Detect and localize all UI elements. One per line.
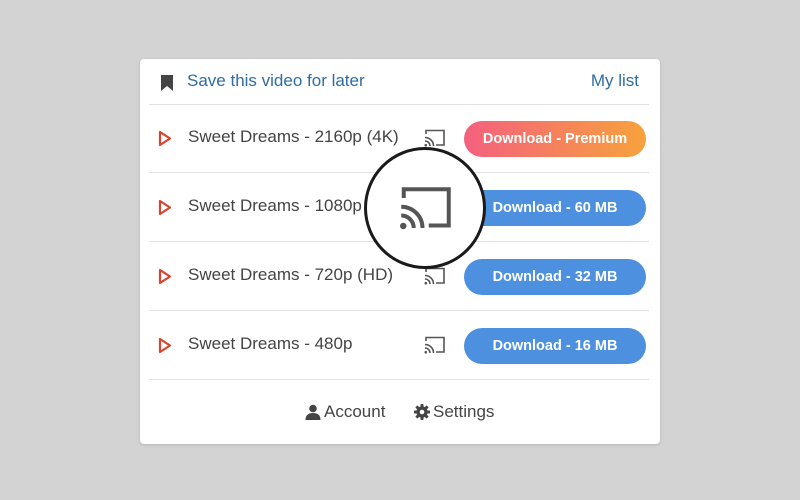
cast-icon[interactable] — [423, 266, 446, 286]
download-480p-button[interactable]: Download - 16 MB — [464, 328, 646, 364]
panel-header: Save this video for later My list — [140, 59, 660, 104]
download-premium-button[interactable]: Download - Premium — [464, 121, 646, 157]
save-for-later-link[interactable]: Save this video for later — [187, 71, 365, 91]
play-icon[interactable] — [158, 268, 172, 285]
video-title: Sweet Dreams - 720p (HD) — [188, 265, 394, 284]
cast-icon[interactable] — [423, 335, 446, 355]
settings-label: Settings — [433, 402, 495, 421]
panel-footer: Account Settings — [140, 380, 660, 444]
user-icon — [305, 404, 321, 420]
play-icon[interactable] — [158, 130, 172, 147]
video-title: Sweet Dreams - 2160p (4K) — [188, 127, 399, 146]
download-720p-button[interactable]: Download - 32 MB — [464, 259, 646, 295]
cast-icon[interactable] — [423, 128, 446, 148]
account-link[interactable]: Account — [305, 402, 385, 422]
my-list-link[interactable]: My list — [591, 71, 639, 91]
video-row-480p: Sweet Dreams - 480p Download - 16 MB — [140, 311, 660, 380]
account-label: Account — [324, 402, 386, 421]
video-title: Sweet Dreams - 1080p — [188, 196, 362, 215]
video-title: Sweet Dreams - 480p — [188, 334, 353, 353]
play-icon[interactable] — [158, 199, 172, 216]
gear-icon — [414, 404, 430, 420]
cast-icon[interactable] — [395, 183, 455, 233]
settings-link[interactable]: Settings — [414, 402, 494, 422]
bookmark-icon[interactable] — [160, 74, 174, 92]
cast-icon-magnifier — [364, 147, 486, 269]
play-icon[interactable] — [158, 337, 172, 354]
download-1080p-button[interactable]: Download - 60 MB — [464, 190, 646, 226]
